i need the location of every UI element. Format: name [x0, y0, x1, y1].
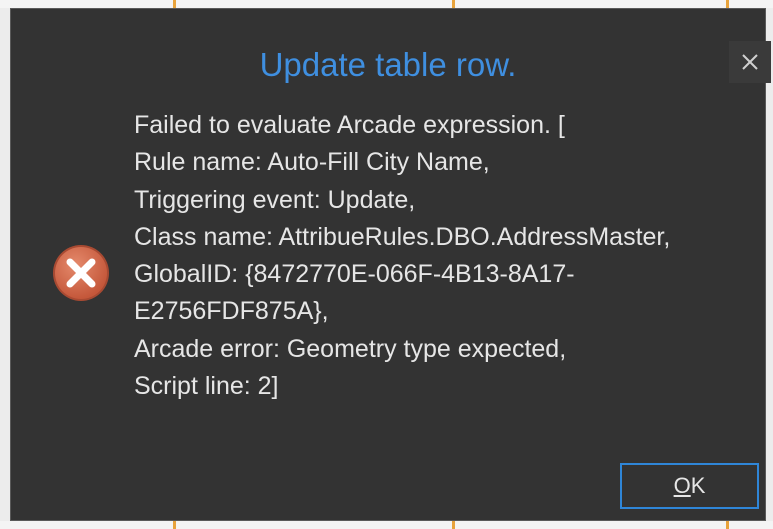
background-accent-line: [726, 0, 729, 8]
error-dialog: Update table row. Failed to evaluate Arc…: [10, 8, 771, 521]
dialog-title: Update table row.: [259, 46, 517, 83]
background-accent-line: [452, 521, 455, 529]
background-top: [0, 0, 773, 8]
message-line: Rule name: Auto-Fill City Name,: [134, 148, 490, 177]
error-message: Failed to evaluate Arcade expression. [ …: [134, 107, 734, 405]
ok-button-label: K: [690, 473, 706, 498]
ok-button[interactable]: OK: [620, 463, 759, 509]
background-bottom: [0, 521, 773, 529]
close-icon: [742, 54, 758, 70]
message-line: Class name: AttribueRules.DBO.AddressMas…: [134, 222, 671, 251]
message-line: Failed to evaluate Arcade expression. [: [134, 111, 565, 139]
background-accent-line: [452, 0, 455, 8]
background-accent-line: [173, 521, 176, 529]
background-accent-line: [173, 0, 176, 8]
error-circle-x-icon: [52, 244, 110, 302]
message-line: Arcade error: Geometry type expected,: [134, 334, 567, 363]
message-line: E2756FDF875A},: [134, 297, 329, 326]
ok-button-mnemonic: O: [673, 473, 691, 498]
message-line: Script line: 2]: [134, 372, 279, 401]
message-line: Triggering event: Update,: [134, 185, 416, 214]
message-line: GlobalID: {8472770E-066F-4B13-8A17-: [134, 260, 575, 289]
close-button[interactable]: [729, 41, 771, 83]
background-accent-line: [726, 521, 729, 529]
